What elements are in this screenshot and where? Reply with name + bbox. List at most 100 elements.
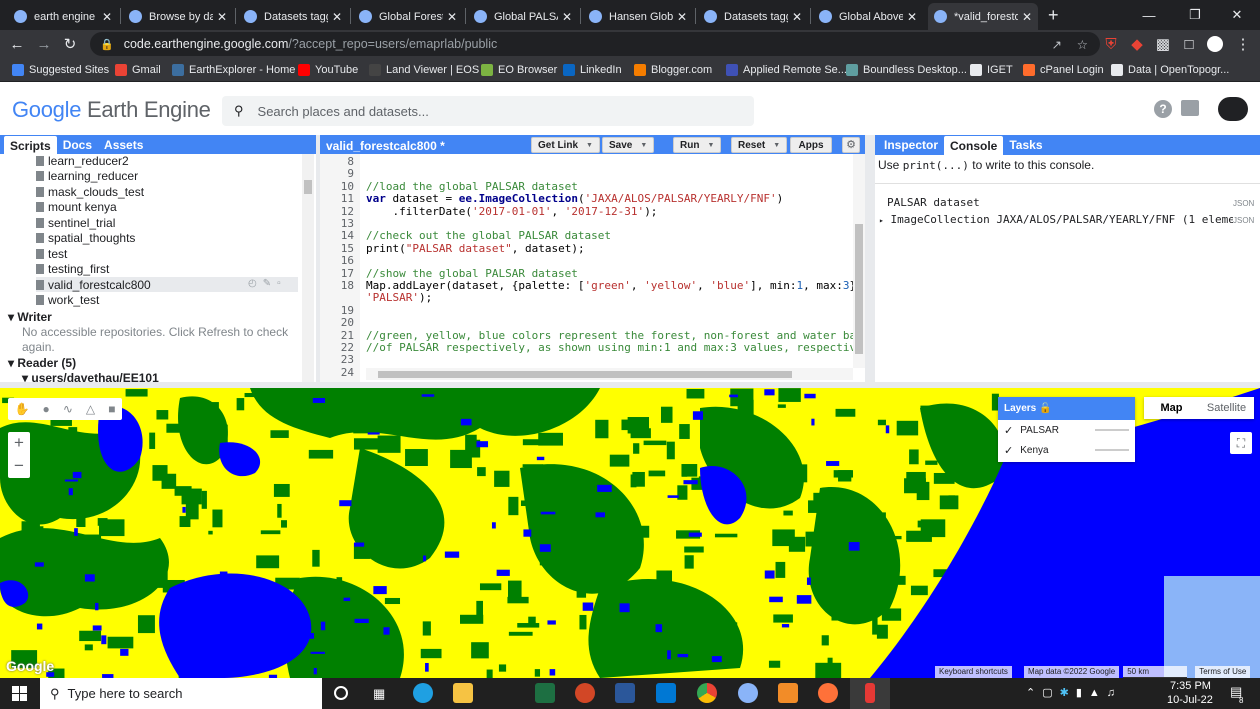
r-icon[interactable] xyxy=(738,683,758,703)
battery-icon[interactable]: ▮ xyxy=(1076,687,1089,699)
sidebar-icon[interactable]: □ xyxy=(1178,33,1200,55)
json-link[interactable]: JSON xyxy=(1233,199,1254,208)
arcgis-icon[interactable] xyxy=(865,683,875,703)
editor-hscrollbar[interactable] xyxy=(366,368,853,380)
network-icon[interactable]: ▢ xyxy=(1042,687,1059,699)
firefox-icon[interactable] xyxy=(818,683,838,703)
script-item[interactable]: spatial_thoughts xyxy=(36,231,135,246)
volume-icon[interactable]: ♫ xyxy=(1107,687,1122,699)
layer-checkbox-icon[interactable]: ✓ xyxy=(1004,444,1013,457)
bluetooth-icon[interactable]: ✱ xyxy=(1060,687,1076,699)
script-item[interactable]: work_test xyxy=(36,293,99,308)
fullscreen-button[interactable]: ⛶ xyxy=(1230,432,1252,454)
tab-assets[interactable]: Assets xyxy=(98,135,149,155)
outlook-icon[interactable] xyxy=(656,683,676,703)
code-line[interactable]: .filterDate('2017-01-01', '2017-12-31'); xyxy=(366,205,657,218)
layer-checkbox-icon[interactable]: ✓ xyxy=(1004,424,1013,437)
code-line[interactable]: 'PALSAR'); xyxy=(366,291,432,304)
bookmark-item[interactable]: Data | OpenTopogr... xyxy=(1111,62,1229,78)
reader-repo[interactable]: ▾ users/davethau/EE101 xyxy=(22,371,159,382)
script-item[interactable]: sentinel_trial xyxy=(36,215,115,230)
forward-icon[interactable]: → xyxy=(33,33,55,55)
writer-header[interactable]: ▾ Writer xyxy=(8,310,52,324)
get-link-button[interactable]: Get Link ▼ xyxy=(531,137,600,153)
tab-inspector[interactable]: Inspector xyxy=(878,135,944,155)
script-item[interactable]: learning_reducer xyxy=(36,169,138,184)
point-tool-icon[interactable]: ● xyxy=(43,402,50,416)
code-line[interactable]: //show the global PALSAR dataset xyxy=(366,267,578,280)
terms-of-use-link[interactable]: Terms of Use xyxy=(1195,666,1251,678)
code-editor[interactable]: 8 9 10 //load the global PALSAR dataset 11 va… xyxy=(320,154,869,382)
close-tab-icon[interactable]: ✕ xyxy=(677,10,687,24)
opacity-slider[interactable] xyxy=(1095,449,1129,451)
rectangle-tool-icon[interactable]: ■ xyxy=(108,402,115,416)
browser-menu-icon[interactable]: ⋮ xyxy=(1232,33,1254,55)
line-tool-icon[interactable]: ∿ xyxy=(63,402,73,416)
zoom-in-button[interactable]: + xyxy=(8,432,30,455)
wifi-icon[interactable]: ▲ xyxy=(1089,687,1107,699)
word-icon[interactable] xyxy=(615,683,635,703)
reader-header[interactable]: ▾ Reader (5) xyxy=(8,356,76,370)
code-line[interactable]: Map.addLayer(dataset, {palette: ['green'… xyxy=(366,279,863,292)
editor-vscrollbar[interactable] xyxy=(853,154,865,368)
close-tab-icon[interactable]: ✕ xyxy=(332,10,342,24)
browser-tab[interactable]: Global Above ✕ xyxy=(813,3,923,30)
script-item[interactable]: mount kenya xyxy=(36,200,117,215)
close-tab-icon[interactable]: ✕ xyxy=(102,10,112,24)
bookmark-item[interactable]: Suggested Sites xyxy=(12,62,109,78)
minimize-button[interactable]: — xyxy=(1126,0,1172,30)
script-item[interactable]: test xyxy=(36,246,67,261)
layers-lock-icon[interactable]: 🔓 xyxy=(1039,403,1051,414)
console-output-collection[interactable]: ▸ ImageCollection JAXA/ALOS/PALSAR/YEARL… xyxy=(879,213,1255,226)
editor-hscroll-thumb[interactable] xyxy=(378,371,792,378)
profile-avatar[interactable] xyxy=(1204,33,1226,55)
bookmark-item[interactable]: Blogger.com xyxy=(634,62,712,78)
browser-tab[interactable]: Datasets tagg ✕ xyxy=(698,3,808,30)
bookmark-star-icon[interactable]: ☆ xyxy=(1077,37,1088,52)
browser-tab[interactable]: Hansen Globa ✕ xyxy=(583,3,693,30)
excel-icon[interactable] xyxy=(535,683,555,703)
edge-icon[interactable] xyxy=(413,683,433,703)
zoom-out-button[interactable]: − xyxy=(8,455,30,478)
layer-item[interactable]: ✓ Kenya xyxy=(998,440,1135,460)
close-tab-icon[interactable]: ✕ xyxy=(1022,10,1032,24)
taskbar-search[interactable]: ⚲ Type here to search xyxy=(40,678,322,709)
reload-icon[interactable]: ↻ xyxy=(59,33,81,55)
script-item[interactable]: learn_reducer2 xyxy=(36,154,129,168)
json-link[interactable]: JSON xyxy=(1233,216,1255,225)
bookmark-item[interactable]: IGET xyxy=(970,62,1013,78)
delete-icon[interactable]: ▫ xyxy=(277,278,287,289)
powerpoint-icon[interactable] xyxy=(575,683,595,703)
new-tab-button[interactable]: + xyxy=(1048,5,1059,26)
maximize-button[interactable]: ❐ xyxy=(1172,0,1218,30)
layers-header[interactable]: Layers 🔓 xyxy=(998,397,1135,420)
map-type-satellite-button[interactable]: Satellite xyxy=(1199,397,1254,419)
run-button[interactable]: Run ▼ xyxy=(673,137,722,153)
cortana-icon[interactable] xyxy=(334,686,348,700)
code-line[interactable]: //green, yellow, blue colors represent t… xyxy=(366,329,869,342)
address-bar[interactable]: 🔒 code.earthengine.google.com/?accept_re… xyxy=(90,32,1100,56)
opacity-slider[interactable] xyxy=(1095,429,1129,431)
bookmark-item[interactable]: EO Browser xyxy=(481,62,557,78)
clock-date[interactable]: 10-Jul-22 xyxy=(1167,694,1213,706)
browser-tab[interactable]: *valid_foresto ✕ xyxy=(928,3,1038,30)
file-explorer-icon[interactable] xyxy=(453,683,473,703)
script-item[interactable]: testing_first xyxy=(36,262,109,277)
clock-time[interactable]: 7:35 PM xyxy=(1170,680,1211,692)
map-canvas[interactable]: ✋ ● ∿ △ ■ + − Layers 🔓 ✓ PALSAR ✓ Kenya Map… xyxy=(0,388,1260,678)
browser-tab[interactable]: Global PALSA ✕ xyxy=(468,3,578,30)
history-icon[interactable]: ◴ xyxy=(248,278,263,289)
code-line[interactable]: var dataset = ee.ImageCollection('JAXA/A… xyxy=(366,192,783,205)
help-icon[interactable]: ? xyxy=(1154,100,1172,118)
code-line[interactable]: //load the global PALSAR dataset xyxy=(366,180,578,193)
tab-console[interactable]: Console xyxy=(944,136,1004,156)
close-tab-icon[interactable]: ✕ xyxy=(217,10,227,24)
save-button[interactable]: Save ▼ xyxy=(602,137,655,153)
earth-engine-logo[interactable]: Google Earth Engine xyxy=(12,97,211,123)
tab-scripts[interactable]: Scripts xyxy=(4,136,57,156)
editor-vscroll-thumb[interactable] xyxy=(855,224,863,354)
extension-icon[interactable]: ◆ xyxy=(1126,33,1148,55)
qgis-icon[interactable] xyxy=(778,683,798,703)
code-line[interactable]: //check out the global PALSAR dataset xyxy=(366,229,611,242)
account-avatar[interactable] xyxy=(1218,97,1248,121)
